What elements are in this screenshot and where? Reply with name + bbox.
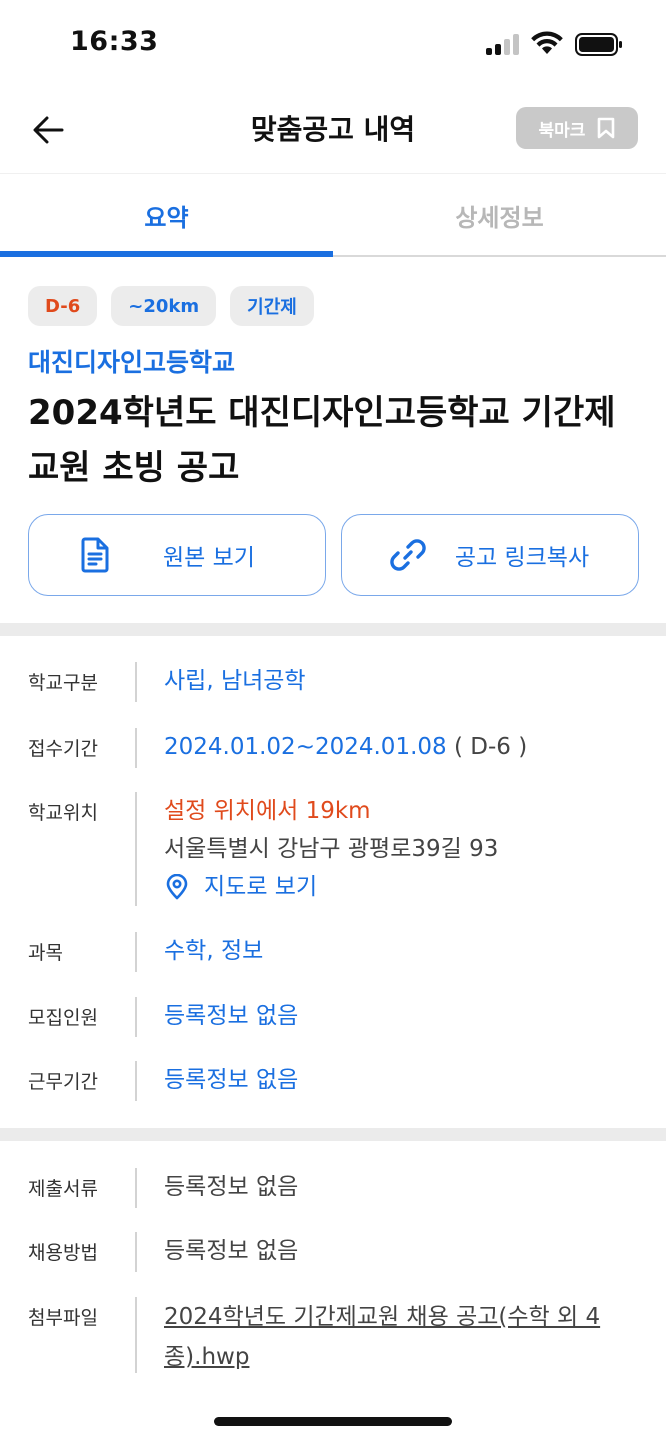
row-separator [135, 1297, 137, 1373]
copy-link-label: 공고 링크복사 [454, 545, 590, 571]
cellular-signal-icon [486, 33, 520, 55]
location-distance: 설정 위치에서 19km [164, 798, 371, 824]
posting-title: 2024학년도 대진디자인고등학교 기간제 교원 초빙 공고 [28, 393, 616, 488]
battery-icon [575, 33, 622, 56]
distance-badge: ~20km [111, 286, 217, 326]
row-label: 접수기간 [28, 738, 98, 760]
period-dates: 2024.01.02~2024.01.08 [164, 734, 447, 760]
view-original-button[interactable]: 원본 보기 [28, 514, 326, 596]
tag-list: D-6 ~20km 기간제 [28, 286, 314, 326]
row-label: 근무기간 [28, 1071, 98, 1093]
navigation-bar: 맞춤공고 내역 북마크 [0, 90, 666, 174]
row-value: 사립, 남녀공학 [164, 668, 306, 694]
row-value: 등록정보 없음 [164, 1174, 299, 1200]
section-divider [0, 1128, 666, 1141]
bookmark-icon [598, 117, 615, 139]
row-label: 학교위치 [28, 802, 98, 824]
row-label: 채용방법 [28, 1242, 98, 1264]
employment-type-badge: 기간제 [230, 286, 314, 326]
bookmark-label: 북마크 [538, 120, 586, 141]
row-separator [135, 1061, 137, 1101]
row-label: 모집인원 [28, 1007, 98, 1029]
period-dday: ( D-6 ) [446, 734, 528, 760]
row-value: 수학, 정보 [164, 938, 264, 964]
row-label: 첨부파일 [28, 1307, 98, 1329]
row-value: 등록정보 없음 [164, 1238, 299, 1264]
school-name: 대진디자인고등학교 [28, 348, 236, 377]
wifi-icon [531, 31, 563, 54]
row-separator [135, 932, 137, 972]
copy-link-button[interactable]: 공고 링크복사 [341, 514, 639, 596]
row-label: 제출서류 [28, 1178, 98, 1200]
status-bar: 16:33 [0, 0, 666, 90]
row-separator [135, 662, 137, 702]
row-value: 등록정보 없음 [164, 1067, 299, 1093]
map-link[interactable]: 지도로 보기 [164, 868, 317, 906]
bookmark-button[interactable]: 북마크 [516, 107, 638, 149]
view-original-label: 원본 보기 [163, 545, 255, 571]
location-address: 서울특별시 강남구 광평로39길 93 [164, 836, 499, 862]
tab-summary[interactable]: 요약 [0, 175, 333, 255]
job-posting-screen: 16:33 맞춤공고 내역 북마크 요약 상세정보 D-6 ~20km 기간제 … [0, 0, 666, 1440]
home-indicator [214, 1417, 452, 1426]
status-time: 16:33 [70, 26, 159, 57]
row-value: 등록정보 없음 [164, 1003, 299, 1029]
map-pin-icon [166, 874, 188, 900]
tab-detail[interactable]: 상세정보 [333, 175, 666, 255]
row-separator [135, 792, 137, 906]
row-separator [135, 1168, 137, 1208]
map-link-label: 지도로 보기 [204, 874, 318, 900]
section-divider [0, 623, 666, 636]
row-separator [135, 1232, 137, 1272]
dday-badge: D-6 [28, 286, 98, 326]
tab-bar: 요약 상세정보 [0, 175, 666, 257]
attachment-file-link[interactable]: 2024학년도 기간제교원 채용 공고(수학 외 4종).hwp [164, 1297, 624, 1377]
row-value: 2024.01.02~2024.01.08 ( D-6 ) [164, 728, 527, 766]
active-tab-indicator [0, 251, 333, 257]
row-label: 학교구분 [28, 672, 98, 694]
row-separator [135, 997, 137, 1037]
row-label: 과목 [28, 942, 63, 964]
row-separator [135, 728, 137, 768]
